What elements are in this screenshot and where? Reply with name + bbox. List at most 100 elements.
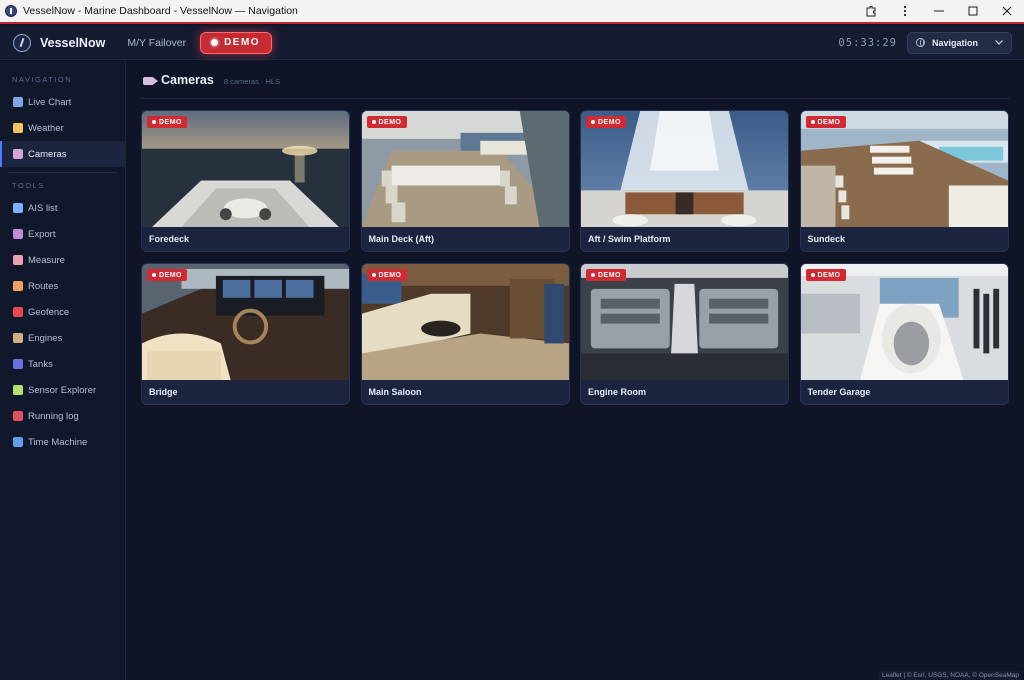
window-titlebar: VesselNow - Marine Dashboard - VesselNow… (0, 0, 1024, 24)
camera-card[interactable]: DEMO Engine Room (580, 263, 789, 405)
sidebar-item-sensor-explorer[interactable]: Sensor Explorer (0, 377, 125, 403)
demo-badge-label: DEMO (159, 271, 182, 279)
sidebar-item-tanks[interactable]: Tanks (0, 351, 125, 377)
mode-select[interactable]: Navigation (907, 31, 1012, 54)
demo-badge: DEMO (147, 269, 187, 281)
demo-badge-label: DEMO (378, 271, 402, 279)
sidebar-item-measure[interactable]: Measure (0, 247, 125, 273)
camera-card[interactable]: DEMO Foredeck (141, 110, 350, 252)
sidebar-item-label: Live Chart (28, 96, 72, 108)
header-divider (141, 98, 1010, 99)
sidebar: NAVIGATION Live Chart Weather Cameras TOOL… (0, 61, 126, 680)
demo-badge: DEMO (366, 116, 407, 128)
camera-thumbnail[interactable]: DEMO (361, 264, 569, 381)
compass-logo-icon (13, 33, 31, 52)
sensor-icon (13, 385, 23, 395)
sidebar-item-weather[interactable]: Weather (0, 115, 125, 141)
window-controls (854, 0, 1024, 23)
ruler-icon (13, 255, 23, 265)
demo-badge: DEMO (805, 116, 846, 128)
main-content: Cameras 8 cameras · HLS DEMO Foredeck DEM… (127, 61, 1024, 680)
camera-thumbnail[interactable]: DEMO (142, 111, 349, 228)
vessel-name[interactable]: M/Y Failover (127, 37, 186, 49)
sidebar-item-label: Routes (28, 280, 59, 292)
geofence-icon (13, 307, 23, 317)
demo-badge: DEMO (366, 269, 407, 281)
sidebar-item-time-machine[interactable]: Time Machine (0, 429, 125, 455)
sidebar-item-label: Weather (28, 122, 64, 134)
sidebar-item-label: Cameras (28, 148, 67, 160)
camera-name: Tender Garage (807, 387, 871, 398)
chevron-down-icon (995, 40, 1003, 45)
sidebar-item-label: Time Machine (28, 436, 88, 448)
demo-badge-label: DEMO (817, 118, 841, 126)
app-icon (5, 5, 17, 17)
sidebar-item-routes[interactable]: Routes (0, 273, 125, 299)
map-attribution[interactable]: Leaflet | © Esri, USGS, NOAA, © OpenSeaM… (879, 671, 1022, 680)
demo-badge-label: DEMO (598, 271, 621, 279)
camera-thumbnail[interactable]: DEMO (581, 264, 788, 381)
sidebar-item-geofence[interactable]: Geofence (0, 299, 125, 325)
close-button[interactable] (990, 0, 1024, 23)
camera-icon (13, 149, 23, 159)
camera-card[interactable]: DEMO Tender Garage (799, 263, 1009, 405)
sidebar-item-ais-list[interactable]: AIS list (0, 195, 125, 221)
demo-badge: DEMO (586, 116, 626, 128)
live-dot-icon (591, 120, 595, 124)
sidebar-item-label: Running log (28, 410, 79, 422)
live-dot-icon (371, 120, 376, 124)
sidebar-section-tools: TOOLS (12, 181, 45, 190)
routes-icon (13, 281, 23, 291)
page-title: Cameras (161, 73, 214, 87)
sidebar-item-engines[interactable]: Engines (0, 325, 125, 351)
sidebar-nav-list: Live Chart Weather Cameras (0, 89, 125, 167)
demo-badge: DEMO (147, 116, 187, 128)
window-title: VesselNow - Marine Dashboard - VesselNow… (23, 5, 298, 17)
maximize-button[interactable] (956, 0, 990, 23)
sidebar-item-export[interactable]: Export (0, 221, 125, 247)
camera-card[interactable]: DEMO Main Deck (Aft) (360, 110, 570, 252)
camera-icon (143, 77, 158, 85)
brand-name: VesselNow (40, 35, 106, 50)
camera-card[interactable]: DEMO Aft / Swim Platform (580, 110, 789, 252)
demo-badge: DEMO (805, 269, 846, 281)
camera-name: Sundeck (807, 234, 846, 245)
sidebar-divider (8, 172, 117, 173)
globe-icon (916, 38, 925, 47)
camera-thumbnail[interactable]: DEMO (142, 264, 349, 381)
camera-card[interactable]: DEMO Main Saloon (360, 263, 570, 405)
demo-mode-badge[interactable]: DEMO (200, 31, 273, 54)
sidebar-item-live-chart[interactable]: Live Chart (0, 89, 125, 115)
page-subtitle: 8 cameras · HLS (223, 77, 281, 86)
engine-icon (13, 333, 23, 343)
sidebar-item-label: Measure (28, 254, 65, 266)
minimize-button[interactable] (922, 0, 956, 23)
sidebar-item-cameras[interactable]: Cameras (0, 141, 125, 167)
camera-card[interactable]: DEMO Bridge (141, 263, 350, 405)
camera-thumbnail[interactable]: DEMO (800, 264, 1008, 381)
demo-dot-icon (211, 39, 219, 46)
tank-icon (13, 359, 23, 369)
live-dot-icon (152, 120, 156, 124)
extensions-icon[interactable] (854, 0, 888, 23)
sidebar-item-label: Geofence (28, 306, 70, 318)
live-dot-icon (371, 273, 376, 277)
camera-name: Main Saloon (368, 387, 422, 398)
camera-card[interactable]: DEMO Sundeck (799, 110, 1009, 252)
camera-thumbnail[interactable]: DEMO (800, 111, 1008, 228)
clock: 05:33:29 (838, 36, 897, 49)
more-menu-icon[interactable] (888, 0, 922, 23)
sidebar-item-running-log[interactable]: Running log (0, 403, 125, 429)
camera-grid: DEMO Foredeck DEMO Main Deck (Aft) DEMO Aft… (141, 110, 1009, 405)
page-header: Cameras 8 cameras · HLS (143, 73, 280, 87)
mode-select-value: Navigation (932, 37, 979, 48)
anchor-icon (13, 203, 23, 213)
sidebar-item-label: AIS list (28, 202, 58, 214)
camera-name: Engine Room (588, 387, 646, 398)
camera-name: Bridge (149, 387, 178, 398)
time-icon (13, 437, 23, 447)
demo-badge-label: DEMO (159, 118, 182, 126)
live-dot-icon (810, 120, 815, 124)
camera-thumbnail[interactable]: DEMO (361, 111, 569, 228)
camera-thumbnail[interactable]: DEMO (581, 111, 788, 228)
